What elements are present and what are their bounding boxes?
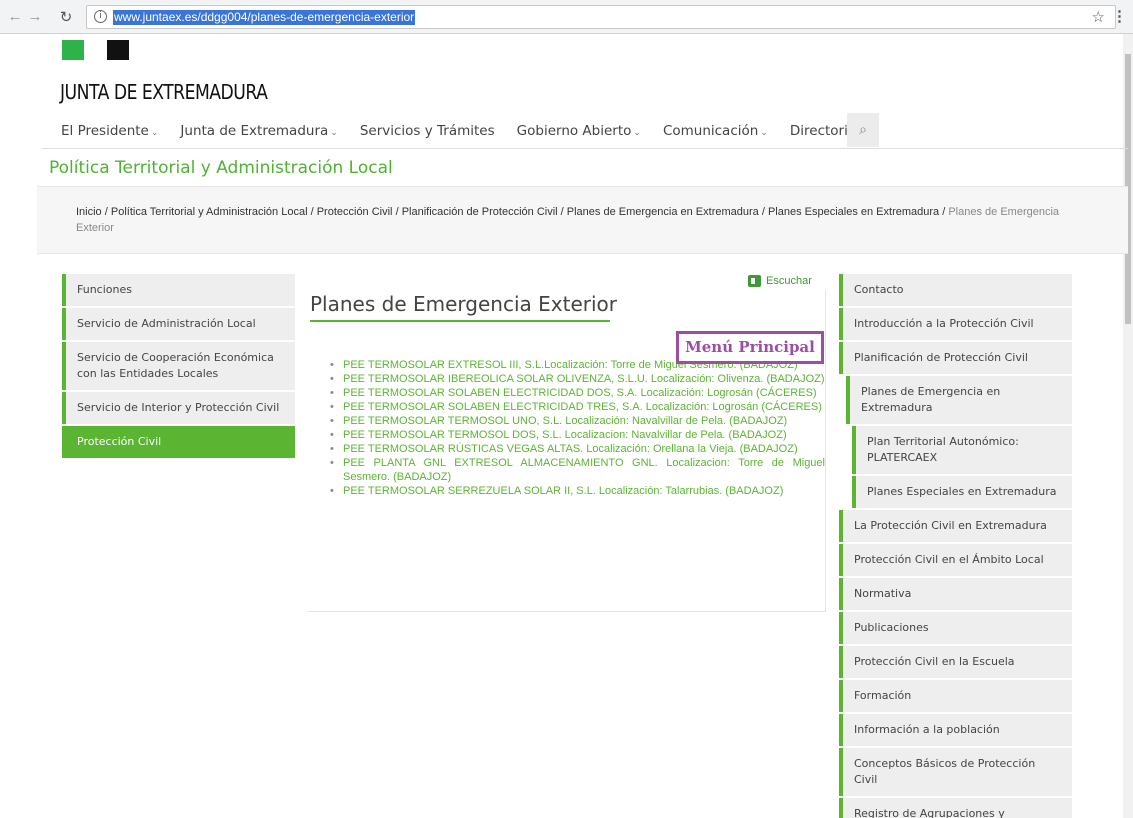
chevron-down-icon: ⌄ — [150, 128, 159, 138]
star-icon[interactable]: ☆ — [1092, 8, 1105, 26]
browser-toolbar: ← → ↻ i www.juntaex.es/ddgg004/planes-de… — [0, 0, 1133, 34]
breadcrumb-link[interactable]: Planes de Emergencia en Extremadura — [567, 206, 759, 218]
plan-list-item[interactable]: PEE TERMOSOLAR SOLABEN ELECTRICIDAD TRES… — [329, 400, 825, 414]
plan-list-item[interactable]: PEE TERMOSOLAR SERREZUELA SOLAR II, S.L.… — [329, 484, 825, 498]
plan-list-item[interactable]: PEE TERMOSOLAR IBEREOLICA SOLAR OLIVENZA… — [329, 372, 825, 386]
right-menu-item[interactable]: Formación — [839, 680, 1072, 712]
right-menu-item[interactable]: Plan Territorial Autonómico: PLATERCAEX — [852, 426, 1072, 474]
right-menu-item[interactable]: Normativa — [839, 578, 1072, 610]
site-logo-text[interactable]: JUNTA DE EXTREMADURA — [60, 80, 268, 104]
escuchar-button[interactable]: Escuchar — [748, 275, 812, 287]
breadcrumb-separator: / — [939, 206, 949, 218]
chevron-down-icon: ⌄ — [760, 128, 768, 138]
page-scrollbar[interactable] — [1123, 34, 1133, 818]
left-menu-item[interactable]: Servicio de Administración Local — [62, 308, 295, 340]
plan-list-item[interactable]: PEE PLANTA GNL EXTRESOL ALMACENAMIENTO G… — [329, 456, 825, 484]
right-menu-item[interactable]: Registro de Agrupaciones y Asociaciones — [839, 798, 1072, 818]
logo-green-square — [62, 40, 84, 60]
nav-item-3[interactable]: Gobierno Abierto ⌄ — [517, 123, 641, 139]
forward-arrow-icon[interactable]: → — [26, 8, 44, 25]
right-menu-item[interactable]: Planificación de Protección Civil — [839, 342, 1072, 374]
nav-item-label: Servicios y Trámites — [359, 123, 495, 139]
left-sidebar-menu: Funciones Servicio de Administración Loca… — [62, 274, 295, 460]
page-title: Planes de Emergencia Exterior — [310, 292, 617, 316]
breadcrumb-link[interactable]: Protección Civil — [317, 206, 393, 218]
breadcrumb-separator: / — [758, 206, 768, 218]
breadcrumb-separator: / — [392, 206, 402, 218]
plan-list: PEE TERMOSOLAR EXTRESOL III, S.L.Localiz… — [329, 358, 825, 498]
nav-item-label: Junta de Extremadura — [180, 123, 329, 139]
right-menu-item[interactable]: Información a la población — [839, 714, 1072, 746]
right-menu-item[interactable]: Protección Civil en el Ámbito Local — [839, 544, 1072, 576]
nav-item-4[interactable]: Comunicación ⌄ — [663, 123, 768, 139]
left-menu-item[interactable]: Servicio de Cooperación Económica con la… — [62, 342, 295, 390]
reload-icon[interactable]: ↻ — [57, 8, 75, 26]
plan-list-item[interactable]: PEE TERMOSOLAR TERMOSOL DOS, S.L. Locali… — [329, 428, 825, 442]
left-menu-item[interactable]: Servicio de Interior y Protección Civil — [62, 392, 295, 424]
main-nav: El Presidente ⌄ Junta de Extremadura ⌄ Servi… — [61, 120, 878, 142]
nav-item-label: Comunicación — [662, 123, 759, 139]
section-title[interactable]: Política Territorial y Administración Lo… — [49, 158, 393, 178]
left-menu-item[interactable]: Funciones — [62, 274, 295, 306]
title-underline — [310, 320, 610, 322]
search-icon: ⌕ — [859, 121, 867, 137]
kebab-menu-icon[interactable]: ⋮ — [1112, 7, 1127, 25]
breadcrumb-separator: / — [101, 206, 111, 218]
breadcrumb-link[interactable]: Planes Especiales en Extremadura — [768, 206, 939, 218]
escuchar-label: Escuchar — [766, 275, 812, 287]
right-menu-item[interactable]: Planes de Emergencia en Extremadura — [846, 376, 1072, 424]
back-arrow-icon[interactable]: ← — [6, 8, 24, 25]
plan-list-item[interactable]: PEE TERMOSOLAR SOLABEN ELECTRICIDAD DOS,… — [329, 386, 825, 400]
search-button[interactable]: ⌕ — [847, 113, 879, 147]
speaker-icon — [748, 275, 761, 287]
right-menu-item[interactable]: Planes Especiales en Extremadura — [852, 476, 1072, 508]
nav-item-0[interactable]: El Presidente ⌄ — [61, 123, 158, 139]
right-menu-item[interactable]: La Protección Civil en Extremadura — [839, 510, 1072, 542]
breadcrumb-bar: Inicio / Política Territorial y Administ… — [37, 186, 1128, 254]
nav-item-2[interactable]: Servicios y Trámites — [360, 123, 495, 139]
nav-item-label: Gobierno Abierto — [516, 123, 632, 139]
right-menu-item[interactable]: Introducción a la Protección Civil — [839, 308, 1072, 340]
info-icon[interactable]: i — [94, 10, 107, 23]
header-divider — [42, 148, 1128, 149]
right-sidebar-menu: Contacto Introducción a la Protección Civ… — [839, 274, 1072, 818]
nav-item-1[interactable]: Junta de Extremadura ⌄ — [180, 123, 337, 139]
menu-principal-annotation: Menú Principal — [676, 331, 824, 364]
plan-list-item[interactable]: PEE TERMOSOLAR RÚSTICAS VEGAS ALTAS. Loc… — [329, 442, 825, 456]
chevron-down-icon: ⌄ — [330, 128, 338, 138]
left-menu-item[interactable]: Protección Civil — [62, 426, 295, 458]
right-menu-item[interactable]: Conceptos Básicos de Protección Civil — [839, 748, 1072, 796]
breadcrumb-link[interactable]: Planificación de Protección Civil — [402, 206, 558, 218]
address-bar[interactable]: i www.juntaex.es/ddgg004/planes-de-emerg… — [86, 5, 1116, 29]
breadcrumb-link[interactable]: Inicio — [76, 206, 102, 218]
logo-black-square — [107, 40, 129, 60]
chevron-down-icon: ⌄ — [633, 128, 641, 138]
right-menu-item[interactable]: Publicaciones — [839, 612, 1072, 644]
plan-list-item[interactable]: PEE TERMOSOLAR TERMOSOL UNO, S.L. Locali… — [329, 414, 825, 428]
breadcrumb-separator: / — [307, 206, 317, 218]
nav-item-label: El Presidente — [61, 123, 149, 139]
right-menu-item[interactable]: Contacto — [839, 274, 1072, 306]
breadcrumb-link[interactable]: Política Territorial y Administración Lo… — [111, 206, 308, 218]
breadcrumb-separator: / — [557, 206, 567, 218]
right-menu-item[interactable]: Protección Civil en la Escuela — [839, 646, 1072, 678]
breadcrumb: Inicio / Política Territorial y Administ… — [76, 204, 1076, 236]
url-text[interactable]: www.juntaex.es/ddgg004/planes-de-emergen… — [113, 10, 416, 25]
